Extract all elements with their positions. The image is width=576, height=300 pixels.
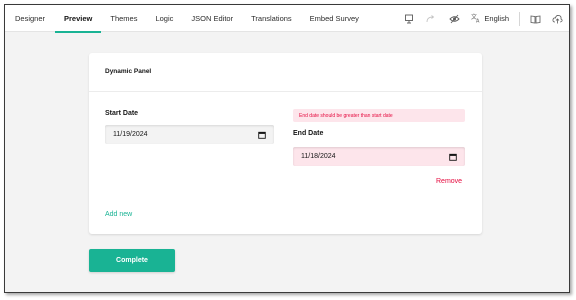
translate-icon: 文A — [471, 13, 484, 25]
undo-icon[interactable] — [425, 5, 435, 32]
tab-preview[interactable]: Preview — [55, 5, 102, 33]
end-date-error-message: End date should be greater than start da… — [293, 109, 465, 122]
toolbar-divider — [519, 11, 520, 26]
survey-creator-window: Designer Preview Themes Logic JSON Edito… — [4, 4, 570, 293]
language-selector[interactable]: 文A English — [471, 5, 509, 32]
device-icon[interactable] — [404, 5, 414, 32]
panel-title: Dynamic Panel — [105, 68, 152, 75]
language-label: English — [484, 14, 509, 23]
complete-button[interactable]: Complete — [89, 249, 175, 272]
book-icon[interactable] — [530, 5, 541, 32]
end-date-title: End Date — [293, 130, 324, 137]
dynamic-panel: Dynamic Panel Start Date 11/19/2024 End … — [89, 53, 482, 234]
tab-json-editor[interactable]: JSON Editor — [182, 5, 242, 32]
svg-text:A: A — [476, 18, 480, 23]
start-date-input[interactable]: 11/19/2024 — [105, 125, 274, 144]
tab-embed-survey[interactable]: Embed Survey — [301, 5, 368, 32]
calendar-icon[interactable] — [258, 131, 266, 139]
toolbar-actions: 文A English — [393, 5, 563, 32]
tab-translations[interactable]: Translations — [242, 5, 301, 32]
end-date-value: 11/18/2024 — [301, 153, 336, 160]
top-toolbar: Designer Preview Themes Logic JSON Edito… — [5, 5, 569, 33]
add-new-panel-button[interactable]: Add new — [105, 211, 132, 218]
panel-divider — [89, 91, 482, 92]
tab-designer[interactable]: Designer — [6, 5, 54, 32]
cloud-upload-icon[interactable] — [552, 5, 563, 32]
tab-themes[interactable]: Themes — [101, 5, 146, 32]
tab-logic[interactable]: Logic — [146, 5, 182, 32]
end-date-input[interactable]: 11/18/2024 — [293, 147, 465, 166]
start-date-title: Start Date — [105, 110, 139, 117]
calendar-icon[interactable] — [449, 153, 457, 161]
remove-panel-button[interactable]: Remove — [436, 178, 462, 185]
start-date-value: 11/19/2024 — [113, 131, 148, 138]
hide-invisible-icon[interactable] — [449, 5, 461, 32]
